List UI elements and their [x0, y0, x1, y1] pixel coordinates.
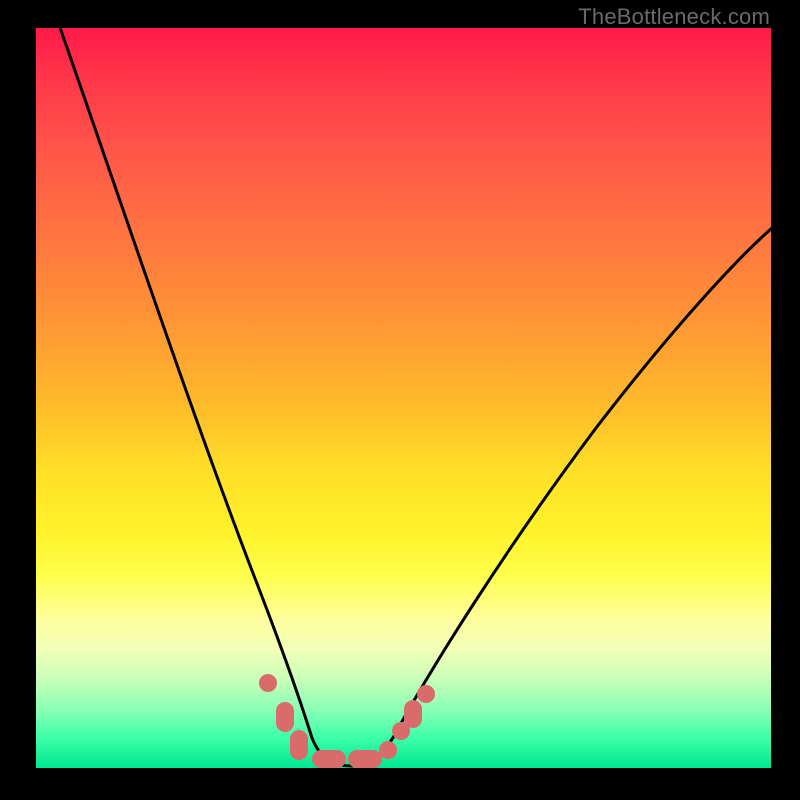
marker-dot	[259, 674, 277, 692]
bottleneck-curve	[58, 22, 772, 766]
marker-pill	[312, 750, 346, 768]
marker-pill	[348, 750, 382, 768]
valley-markers	[259, 674, 435, 768]
chart-frame: TheBottleneck.com	[0, 0, 800, 800]
marker-pill	[290, 730, 308, 760]
watermark-text: TheBottleneck.com	[578, 4, 770, 30]
marker-dot	[379, 741, 397, 759]
marker-pill	[404, 700, 422, 728]
marker-pill	[276, 702, 294, 732]
marker-dot	[417, 685, 435, 703]
chart-overlay	[36, 28, 771, 768]
